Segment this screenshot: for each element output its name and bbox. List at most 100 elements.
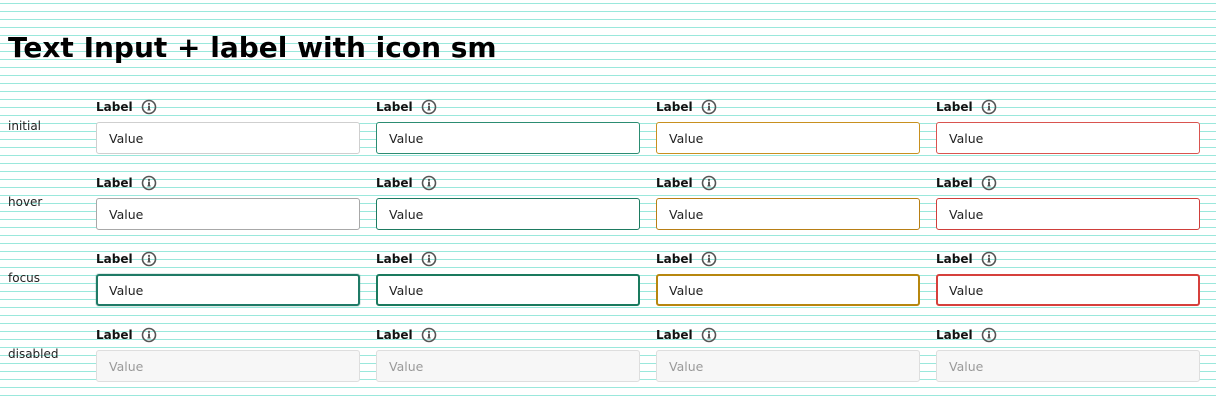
field-label: Label — [96, 100, 133, 114]
info-icon[interactable] — [421, 99, 437, 115]
text-input-disabled-success: Label Value — [376, 327, 640, 387]
field-label: Label — [376, 176, 413, 190]
field-label-row: Label — [936, 327, 997, 343]
text-input-field: Value — [96, 350, 360, 382]
info-icon[interactable] — [141, 175, 157, 191]
text-input-hover-success: Label Value — [376, 175, 640, 235]
field-label: Label — [96, 176, 133, 190]
info-icon[interactable] — [701, 99, 717, 115]
field-label-row: Label — [936, 175, 997, 191]
text-input-initial-success: Label Value — [376, 99, 640, 159]
input-value: Value — [109, 282, 144, 298]
input-value: Value — [669, 130, 704, 146]
field-label: Label — [936, 176, 973, 190]
text-input-hover-default: Label Value — [96, 175, 360, 235]
text-input-focus-warning: Label Value — [656, 251, 920, 311]
input-value: Value — [669, 358, 704, 374]
text-input-field[interactable]: Value — [936, 198, 1200, 230]
text-input-disabled-default: Label Value — [96, 327, 360, 387]
input-value: Value — [389, 282, 424, 298]
field-label-row: Label — [376, 327, 437, 343]
field-label: Label — [656, 100, 693, 114]
text-input-focus-error: Label Value — [936, 251, 1200, 311]
text-input-initial-default: Label Value — [96, 99, 360, 159]
text-input-field: Value — [656, 350, 920, 382]
field-label-row: Label — [96, 175, 157, 191]
text-input-field: Value — [376, 350, 640, 382]
field-label: Label — [936, 328, 973, 342]
text-input-initial-warning: Label Value — [656, 99, 920, 159]
info-icon[interactable] — [421, 175, 437, 191]
field-label-row: Label — [96, 327, 157, 343]
input-value: Value — [109, 358, 144, 374]
field-label: Label — [376, 100, 413, 114]
input-value: Value — [109, 130, 144, 146]
info-icon[interactable] — [421, 327, 437, 343]
input-value: Value — [109, 206, 144, 222]
field-label-row: Label — [656, 251, 717, 267]
input-value: Value — [949, 358, 984, 374]
input-value: Value — [389, 130, 424, 146]
field-label-row: Label — [656, 327, 717, 343]
text-input-field[interactable]: Value — [936, 274, 1200, 306]
field-label-row: Label — [96, 251, 157, 267]
input-value: Value — [389, 206, 424, 222]
field-label: Label — [376, 328, 413, 342]
field-label: Label — [936, 100, 973, 114]
text-input-field[interactable]: Value — [656, 122, 920, 154]
text-input-field[interactable]: Value — [376, 198, 640, 230]
page-title: Text Input + label with icon sm — [8, 31, 497, 64]
text-input-field[interactable]: Value — [656, 274, 920, 306]
field-label-row: Label — [936, 99, 997, 115]
field-label: Label — [936, 252, 973, 266]
text-input-hover-warning: Label Value — [656, 175, 920, 235]
input-value: Value — [669, 206, 704, 222]
input-value: Value — [669, 282, 704, 298]
text-input-field[interactable]: Value — [96, 122, 360, 154]
info-icon[interactable] — [421, 251, 437, 267]
state-label-initial: initial — [8, 119, 41, 133]
input-value: Value — [949, 130, 984, 146]
field-label-row: Label — [376, 175, 437, 191]
text-input-field[interactable]: Value — [96, 274, 360, 306]
input-value: Value — [389, 358, 424, 374]
info-icon[interactable] — [141, 99, 157, 115]
state-label-focus: focus — [8, 271, 41, 285]
field-label-row: Label — [936, 251, 997, 267]
text-input-hover-error: Label Value — [936, 175, 1200, 235]
input-value: Value — [949, 206, 984, 222]
input-value: Value — [949, 282, 984, 298]
text-input-field: Value — [936, 350, 1200, 382]
field-label-row: Label — [656, 99, 717, 115]
info-icon[interactable] — [141, 327, 157, 343]
text-input-field[interactable]: Value — [656, 198, 920, 230]
text-input-field[interactable]: Value — [936, 122, 1200, 154]
info-icon[interactable] — [701, 251, 717, 267]
field-label: Label — [656, 176, 693, 190]
field-label-row: Label — [376, 99, 437, 115]
info-icon[interactable] — [141, 251, 157, 267]
field-label: Label — [96, 252, 133, 266]
text-input-disabled-warning: Label Value — [656, 327, 920, 387]
field-label: Label — [656, 252, 693, 266]
text-input-field[interactable]: Value — [96, 198, 360, 230]
info-icon[interactable] — [701, 327, 717, 343]
field-label-row: Label — [656, 175, 717, 191]
state-label-disabled: disabled — [8, 347, 59, 361]
text-input-initial-error: Label Value — [936, 99, 1200, 159]
text-input-field[interactable]: Value — [376, 274, 640, 306]
state-label-hover: hover — [8, 195, 43, 209]
text-input-disabled-error: Label Value — [936, 327, 1200, 387]
field-label-row: Label — [96, 99, 157, 115]
text-input-field[interactable]: Value — [376, 122, 640, 154]
info-icon[interactable] — [981, 99, 997, 115]
text-input-focus-default: Label Value — [96, 251, 360, 311]
field-label: Label — [376, 252, 413, 266]
field-label: Label — [96, 328, 133, 342]
info-icon[interactable] — [981, 175, 997, 191]
info-icon[interactable] — [981, 251, 997, 267]
info-icon[interactable] — [701, 175, 717, 191]
field-label: Label — [656, 328, 693, 342]
info-icon[interactable] — [981, 327, 997, 343]
text-input-focus-success: Label Value — [376, 251, 640, 311]
